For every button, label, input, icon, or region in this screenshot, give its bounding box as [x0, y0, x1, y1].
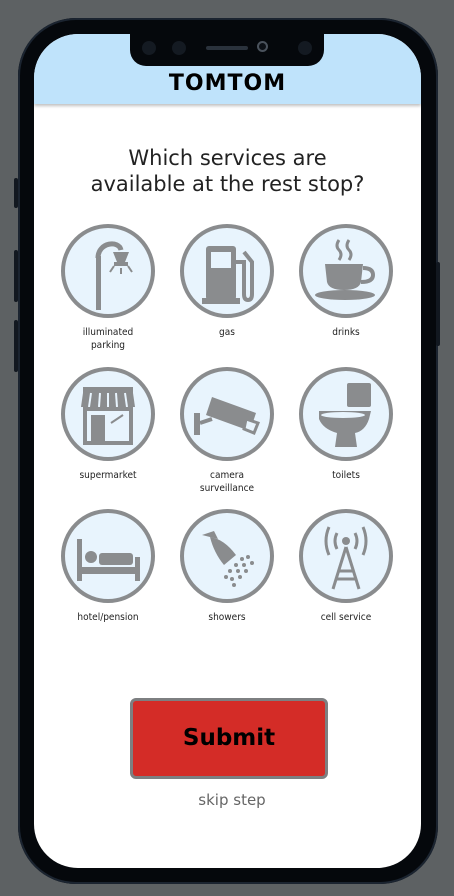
service-label-line: parking: [90, 340, 126, 351]
service-label: toilets: [291, 469, 401, 482]
service-option-camera-surveillance[interactable]: camera surveillance: [172, 367, 282, 495]
toilet-icon: [299, 367, 393, 461]
sensor-dot: [172, 41, 186, 55]
phone-volume-down-button: [14, 320, 18, 372]
service-label: cell service: [291, 611, 401, 624]
service-option-showers[interactable]: showers: [172, 509, 282, 624]
service-option-drinks[interactable]: drinks: [291, 224, 401, 339]
service-label-line: gas: [219, 327, 235, 338]
service-label: showers: [172, 611, 282, 624]
service-option-cell-service[interactable]: cell service: [291, 509, 401, 624]
service-option-hotel-pension[interactable]: hotel/pension: [53, 509, 163, 624]
service-label-line: supermarket: [79, 470, 137, 481]
earpiece-speaker: [206, 46, 248, 50]
service-option-supermarket[interactable]: supermarket: [53, 367, 163, 482]
security-camera-icon: [180, 367, 274, 461]
service-label: supermarket: [53, 469, 163, 482]
front-camera-lens: [257, 41, 268, 52]
service-label-line: drinks: [332, 327, 360, 338]
submit-button[interactable]: Submit: [130, 698, 328, 779]
question-line-1: Which services are: [128, 146, 327, 170]
service-label: camera surveillance: [172, 469, 282, 495]
question-line-2: available at the rest stop?: [90, 172, 365, 196]
service-label: hotel/pension: [53, 611, 163, 624]
bed-icon: [61, 509, 155, 603]
brand-logo: TOMTOM: [168, 71, 287, 96]
service-label: drinks: [291, 326, 401, 339]
phone-mute-switch: [14, 178, 18, 208]
service-option-illuminated-parking[interactable]: illuminated parking: [53, 224, 163, 352]
question-title: Which services are available at the rest…: [34, 145, 421, 197]
cell-tower-icon: [299, 509, 393, 603]
service-label: gas: [172, 326, 282, 339]
service-option-gas[interactable]: gas: [172, 224, 282, 339]
sensor-dot: [142, 41, 156, 55]
gas-pump-icon: [180, 224, 274, 318]
store-icon: [61, 367, 155, 461]
skip-step-link[interactable]: skip step: [130, 791, 334, 809]
phone-notch: [130, 28, 324, 66]
service-label-line: illuminated: [82, 327, 134, 338]
street-lamp-icon: [61, 224, 155, 318]
shower-icon: [180, 509, 274, 603]
service-label: illuminated parking: [53, 326, 163, 352]
service-label-line: toilets: [332, 470, 360, 481]
service-option-toilets[interactable]: toilets: [291, 367, 401, 482]
service-label-line: camera: [210, 470, 244, 481]
coffee-cup-icon: [299, 224, 393, 318]
phone-volume-up-button: [14, 250, 18, 302]
sensor-dot: [298, 41, 312, 55]
service-label-line: surveillance: [199, 483, 255, 494]
service-label-line: showers: [208, 612, 246, 623]
service-label-line: cell service: [320, 612, 372, 623]
service-label-line: hotel/pension: [77, 612, 139, 623]
phone-power-button: [436, 262, 440, 346]
